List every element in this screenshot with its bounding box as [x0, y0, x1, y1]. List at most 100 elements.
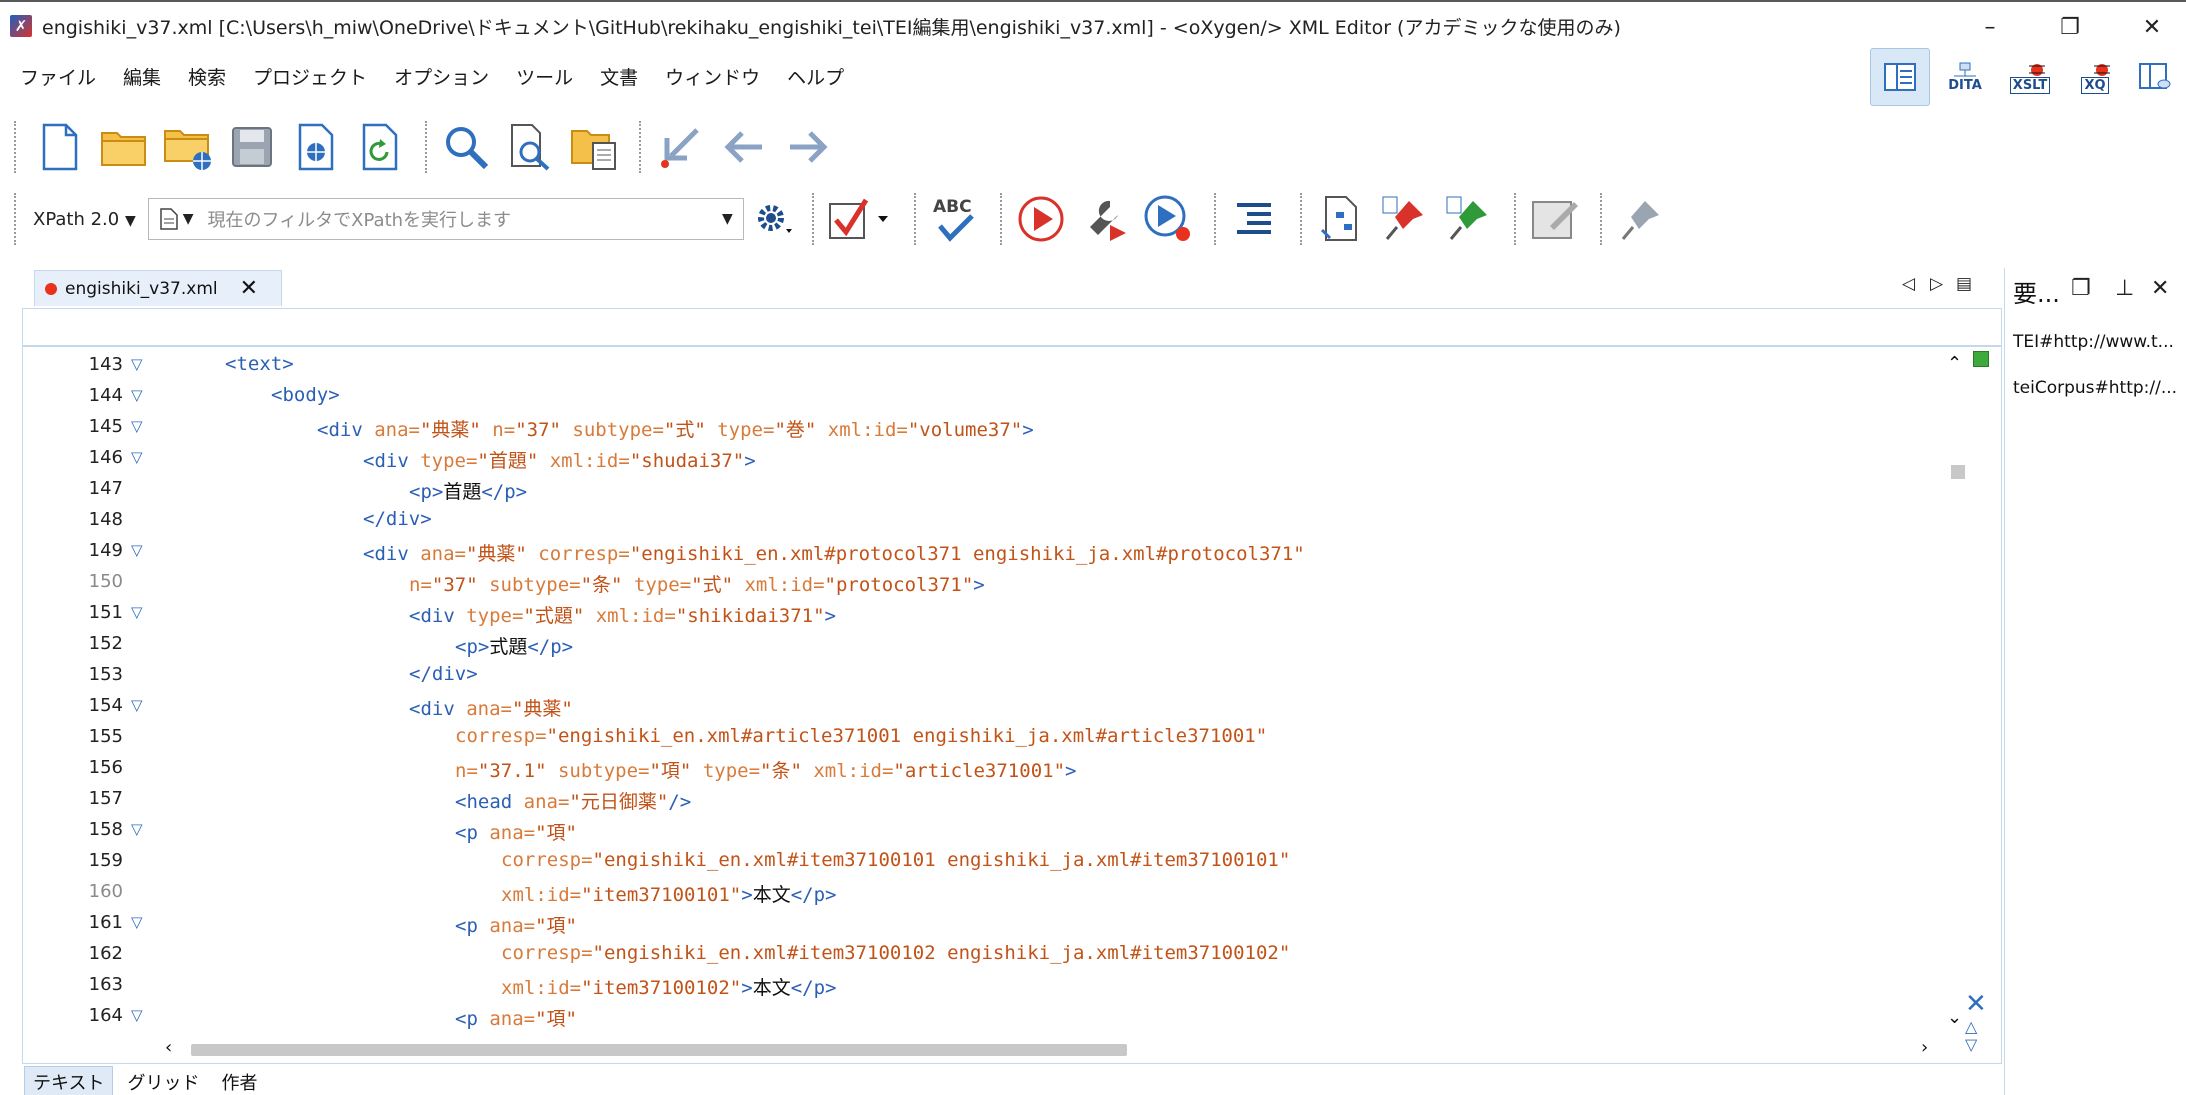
- fold-triangle-icon[interactable]: ▽: [131, 386, 143, 404]
- scroll-right-icon[interactable]: ›: [1921, 1037, 1928, 1058]
- last-edit-button[interactable]: [651, 118, 709, 176]
- xpath-input[interactable]: ▼ 現在のフィルタでXPathを実行します ▼: [147, 198, 744, 240]
- save-button[interactable]: [223, 118, 281, 176]
- chevron-down-icon: ▼: [124, 212, 136, 229]
- fold-triangle-icon[interactable]: ▽: [131, 541, 143, 559]
- code-line: n="37.1" subtype="項" type="条" xml:id="ar…: [455, 756, 1076, 787]
- save-to-url-button[interactable]: [287, 118, 345, 176]
- menu-help[interactable]: ヘルプ: [787, 63, 844, 90]
- horizontal-scrollbar[interactable]: ‹ ›: [161, 1037, 1941, 1063]
- new-document-button[interactable]: [31, 118, 89, 176]
- vertical-scrollbar[interactable]: ⌃ ⌄: [1941, 347, 1971, 1037]
- menu-options[interactable]: オプション: [394, 63, 489, 90]
- open-url-button[interactable]: [159, 118, 217, 176]
- xquery-debugger-perspective-button[interactable]: XQ: [2065, 48, 2125, 106]
- line-number: 152: [88, 633, 123, 654]
- chevron-down-icon[interactable]: ▼: [183, 211, 194, 227]
- tab-author-mode[interactable]: 作者: [213, 1067, 265, 1095]
- code-line: <head ana="元日御薬"/>: [455, 787, 691, 818]
- close-panel-icon[interactable]: ✕: [2151, 276, 2169, 301]
- validation-ok-icon[interactable]: [1973, 351, 1989, 367]
- apply-transformation-button[interactable]: [1012, 190, 1070, 248]
- maximize-button[interactable]: ❐: [2040, 10, 2100, 44]
- breadcrumb[interactable]: [22, 308, 2002, 346]
- menu-project[interactable]: プロジェクト: [253, 63, 367, 90]
- xml-tag: <text>: [225, 353, 294, 375]
- scroll-up-icon[interactable]: ⌃: [1947, 353, 1962, 374]
- bug-icon: [2094, 63, 2110, 76]
- scroll-thumb[interactable]: [191, 1044, 1127, 1056]
- find-in-files-button[interactable]: [501, 118, 559, 176]
- fold-triangle-icon[interactable]: ▽: [131, 1006, 143, 1024]
- find-replace-button[interactable]: [437, 118, 495, 176]
- text-editor[interactable]: 143 ▽ 144 ▽ 145 ▽ 146 ▽ 147 148 149 ▽ 150 151…: [22, 346, 2002, 1064]
- minimize-button[interactable]: –: [1960, 10, 2020, 44]
- xpath-settings-button[interactable]: [752, 190, 796, 248]
- debug-scenario-button[interactable]: [1140, 190, 1198, 248]
- menu-tools[interactable]: ツール: [516, 63, 573, 90]
- scroll-thumb[interactable]: [1951, 465, 1965, 479]
- database-perspective-button[interactable]: [2130, 48, 2180, 106]
- list-item[interactable]: teiCorpus#http://...: [2013, 378, 2177, 398]
- code-line: n="37" subtype="条" type="式" xml:id="prot…: [409, 570, 985, 601]
- track-changes-button[interactable]: [1526, 190, 1584, 248]
- close-window-button[interactable]: ✕: [2122, 10, 2182, 44]
- menu-edit[interactable]: 編集: [123, 63, 161, 90]
- fold-triangle-icon[interactable]: ▽: [131, 448, 143, 466]
- format-indent-button[interactable]: [1226, 190, 1284, 248]
- line-number: 158: [88, 819, 123, 840]
- close-tab-icon[interactable]: ✕: [240, 276, 258, 301]
- fold-triangle-icon[interactable]: ▽: [131, 696, 143, 714]
- fold-triangle-icon[interactable]: ▽: [131, 820, 143, 838]
- toolbar-grip[interactable]: [14, 121, 19, 173]
- arrow-left-icon: [724, 131, 762, 163]
- validate-button[interactable]: [824, 190, 898, 248]
- xslt-debugger-perspective-button[interactable]: XSLT: [2000, 48, 2060, 106]
- reload-button[interactable]: [351, 118, 409, 176]
- add-bookmark-button[interactable]: [1376, 190, 1434, 248]
- pin-panel-icon[interactable]: ⊥: [2115, 276, 2134, 301]
- open-file-in-project-button[interactable]: [565, 118, 623, 176]
- tab-scroll-left-icon[interactable]: ◁: [1902, 274, 1915, 294]
- toolbar-separator: [1599, 193, 1602, 245]
- fold-triangle-icon[interactable]: ▽: [131, 417, 143, 435]
- document-scope-icon[interactable]: [159, 207, 179, 231]
- previous-arrow-icon[interactable]: △: [1965, 1018, 1995, 1036]
- close-split-icon[interactable]: ✕: [1965, 990, 1995, 1018]
- open-folder-button[interactable]: [95, 118, 153, 176]
- line-number: 147: [88, 478, 123, 499]
- tab-grid-mode[interactable]: グリッド: [119, 1067, 207, 1095]
- code-area[interactable]: <text> <body> <div ana="典薬" n="37" subty…: [203, 347, 1943, 1037]
- spell-check-button[interactable]: ABC: [926, 190, 984, 248]
- list-item[interactable]: TEI#http://www.t...: [2013, 332, 2174, 352]
- menu-file[interactable]: ファイル: [20, 63, 96, 90]
- menu-find[interactable]: 検索: [188, 63, 226, 90]
- forward-button[interactable]: [779, 118, 837, 176]
- dita-perspective-button[interactable]: DITA: [1935, 48, 1995, 106]
- toolbar-separator: [811, 193, 814, 245]
- fold-triangle-icon[interactable]: ▽: [131, 355, 143, 373]
- chevron-down-icon[interactable]: ▼: [722, 211, 733, 227]
- line-number: 162: [88, 943, 123, 964]
- menu-document[interactable]: 文書: [600, 63, 638, 90]
- tab-list-icon[interactable]: ▤: [1956, 274, 1972, 294]
- editor-perspective-button[interactable]: [1870, 48, 1930, 106]
- xpath-version-select[interactable]: XPath 2.0 ▼: [33, 209, 136, 230]
- configure-transformation-button[interactable]: [1076, 190, 1134, 248]
- go-to-bookmark-button[interactable]: [1440, 190, 1498, 248]
- xml-value: "典薬": [511, 698, 573, 720]
- scroll-left-icon[interactable]: ‹: [165, 1037, 172, 1058]
- scroll-down-icon[interactable]: ⌄: [1947, 1007, 1962, 1028]
- pin-disabled-button[interactable]: [1612, 190, 1670, 248]
- back-button[interactable]: [715, 118, 773, 176]
- toolbar-grip[interactable]: [14, 193, 19, 245]
- tab-engishiki-v37[interactable]: engishiki_v37.xml ✕: [34, 270, 282, 306]
- tab-scroll-right-icon[interactable]: ▷: [1930, 274, 1943, 294]
- tab-text-mode[interactable]: テキスト: [24, 1066, 114, 1095]
- fold-triangle-icon[interactable]: ▽: [131, 913, 143, 931]
- fold-triangle-icon[interactable]: ▽: [131, 603, 143, 621]
- menu-window[interactable]: ウィンドウ: [665, 63, 760, 90]
- restore-panel-icon[interactable]: ❐: [2071, 276, 2091, 301]
- next-arrow-icon[interactable]: ▽: [1965, 1036, 1995, 1054]
- outline-button[interactable]: [1312, 190, 1370, 248]
